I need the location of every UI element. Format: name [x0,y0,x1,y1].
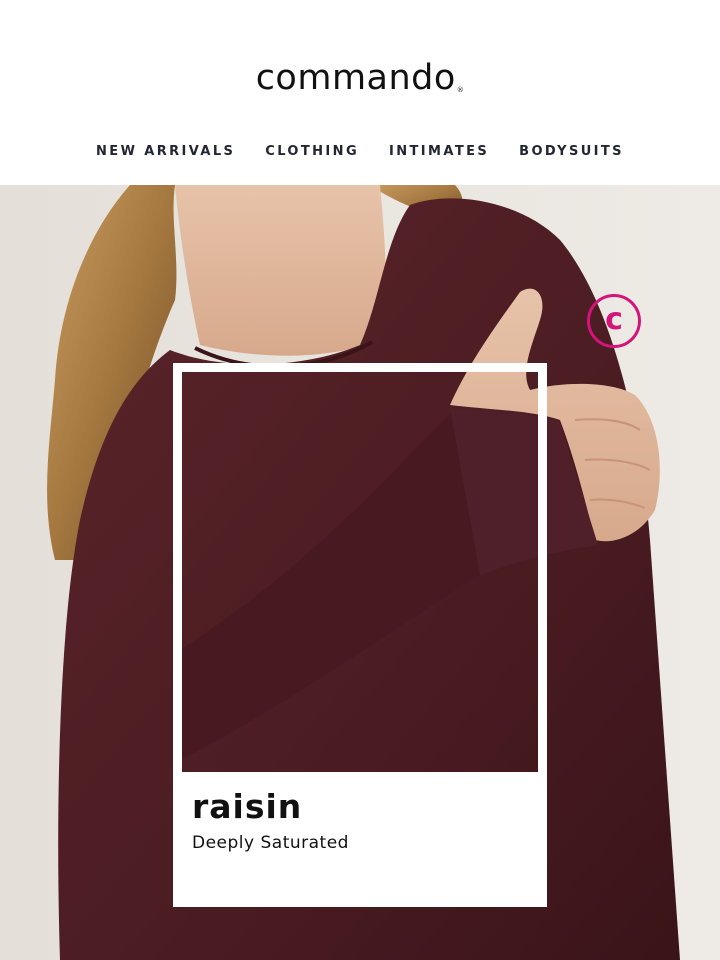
brand-logo[interactable]: commando® [0,54,720,114]
nav-new-arrivals[interactable]: NEW ARRIVALS [96,142,235,162]
color-description: Deeply Saturated [192,833,349,853]
color-swatch-label[interactable]: raisin Deeply Saturated [173,772,547,907]
nav-bodysuits[interactable]: BODYSUITS [519,142,624,162]
logo-wordmark: commando [255,58,456,98]
brand-badge-icon: c [587,294,641,348]
color-name: raisin [192,787,303,826]
nav-intimates[interactable]: INTIMATES [389,142,489,162]
email-header: commando® NEW ARRIVALS CLOTHING INTIMATE… [0,0,720,185]
registered-mark: ® [456,86,465,94]
badge-letter: c [605,302,623,337]
nav-clothing[interactable]: CLOTHING [265,142,359,162]
main-nav: NEW ARRIVALS CLOTHING INTIMATES BODYSUIT… [0,142,720,162]
